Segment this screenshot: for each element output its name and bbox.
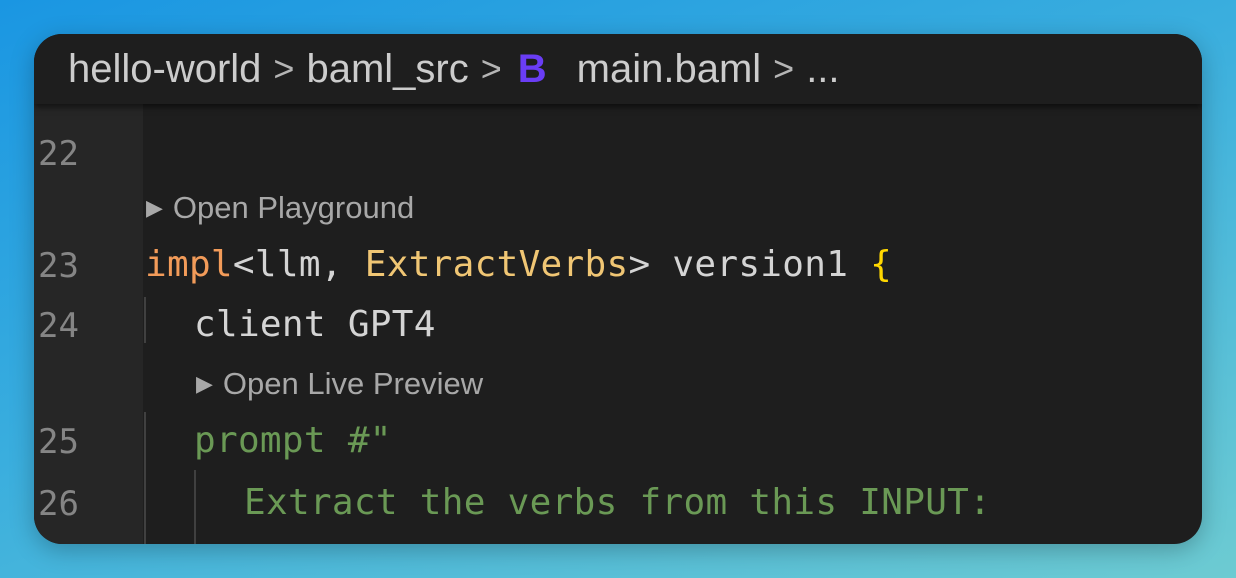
line-text: Extract the verbs from this INPUT: [244, 482, 992, 523]
open-live-preview-lens[interactable]: ▶ Open Live Preview [196, 366, 483, 402]
line-number: 25 [38, 422, 79, 462]
angle-open: < [232, 244, 255, 285]
breadcrumb-item-file[interactable]: main.baml [577, 47, 762, 92]
line-number: 22 [38, 134, 79, 174]
line-text: impl<llm, ExtractVerbs> version1 { [145, 244, 892, 285]
line-number: 26 [38, 484, 79, 524]
type-param: llm, [254, 244, 365, 285]
line-number: 24 [38, 306, 79, 346]
type-name: ExtractVerbs [364, 244, 629, 285]
editor-window: hello-world > baml_src > B main.baml > .… [34, 34, 1202, 544]
baml-file-icon: B [517, 46, 547, 91]
impl-name: > version1 [628, 244, 871, 285]
breadcrumb-item-folder[interactable]: baml_src [306, 47, 468, 92]
lens-label: Open Playground [172, 190, 415, 225]
code-line: 22 [34, 128, 1202, 176]
lens-label: Open Live Preview [222, 366, 484, 401]
breadcrumb-separator: > [773, 48, 795, 89]
breadcrumb-separator: > [480, 48, 502, 89]
line-number: 23 [38, 246, 79, 286]
code-line: 25 prompt #" [34, 416, 1202, 464]
breadcrumb-separator: > [273, 48, 295, 89]
open-brace: { [870, 244, 893, 285]
code-line: 23 impl<llm, ExtractVerbs> version1 { [34, 240, 1202, 288]
open-playground-lens[interactable]: ▶ Open Playground [146, 190, 414, 226]
play-triangle-icon: ▶ [146, 195, 163, 220]
breadcrumb-item-symbol[interactable]: ... [806, 47, 839, 92]
keyword-impl: impl [145, 244, 233, 285]
breadcrumb: hello-world > baml_src > B main.baml > .… [34, 34, 1202, 104]
line-text: client GPT4 [194, 304, 436, 345]
code-editor[interactable]: 22 ▶ Open Playground 23 impl<llm, Extract… [34, 104, 1202, 544]
code-line: 24 client GPT4 [34, 300, 1202, 348]
play-triangle-icon: ▶ [196, 371, 213, 396]
breadcrumb-item-project[interactable]: hello-world [68, 47, 261, 92]
code-line: 26 Extract the verbs from this INPUT: [34, 478, 1202, 526]
line-text: prompt #" [194, 420, 392, 461]
